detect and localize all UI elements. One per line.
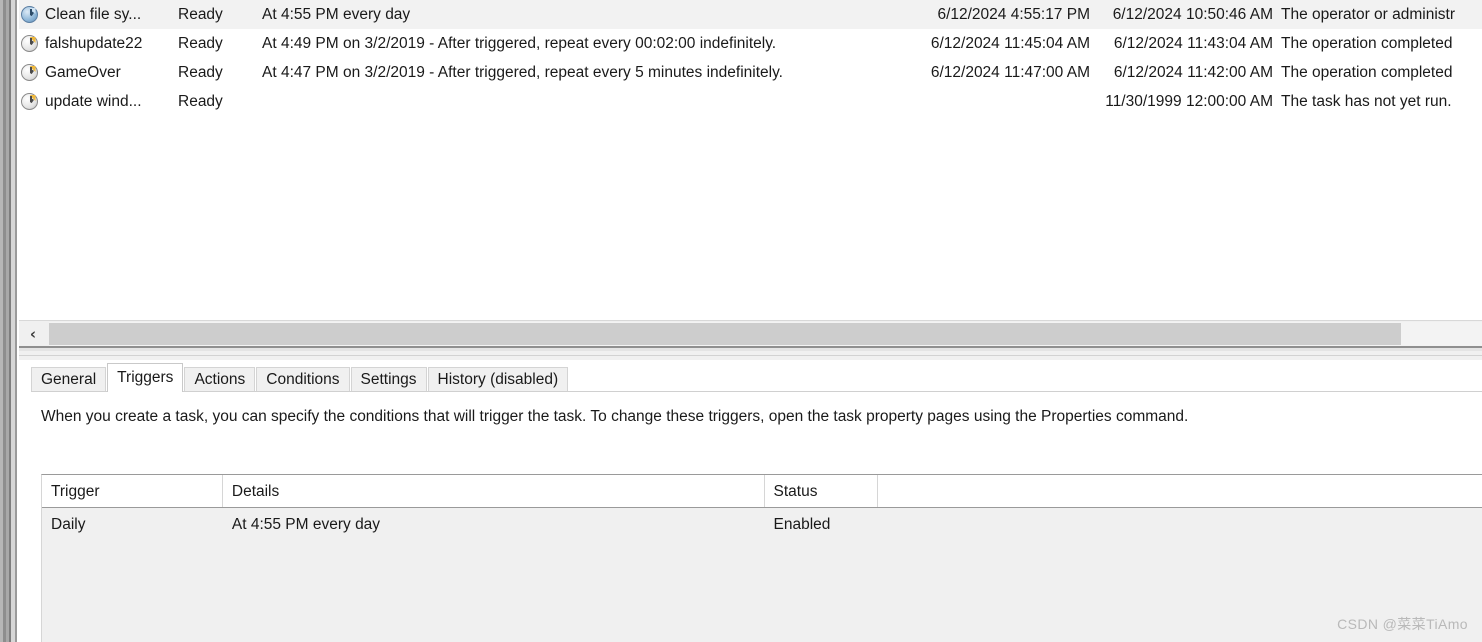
task-triggers-cell: At 4:49 PM on 3/2/2019 - After triggered… bbox=[262, 35, 777, 52]
horizontal-scrollbar[interactable]: ‹ bbox=[19, 320, 1482, 346]
task-next-run-cell bbox=[864, 87, 1096, 116]
tab-general[interactable]: General bbox=[31, 367, 107, 391]
task-name-cell: update wind... bbox=[45, 93, 142, 110]
triggers-grid[interactable]: Trigger Details Status Daily At 4:55 PM eve… bbox=[41, 474, 1482, 642]
splitter-line bbox=[19, 355, 1482, 356]
grid-header-cell[interactable]: Status bbox=[765, 475, 879, 507]
triggers-grid-body[interactable]: Daily At 4:55 PM every day Enabled bbox=[42, 508, 1482, 541]
task-last-run-cell: 6/12/2024 10:50:46 AM bbox=[1112, 6, 1273, 23]
scroll-left-arrow-icon[interactable]: ‹ bbox=[21, 322, 45, 346]
task-row[interactable]: falshupdate22 Ready At 4:49 PM on 3/2/2019… bbox=[19, 29, 1482, 58]
task-next-run-cell: 6/12/2024 11:47:00 AM bbox=[930, 64, 1090, 81]
tabstrip-baseline bbox=[31, 391, 1482, 392]
chrome-strip bbox=[17, 0, 19, 642]
task-detail-pane: General Triggers Actions Conditions Settings… bbox=[19, 360, 1482, 642]
triggers-grid-header: Trigger Details Status bbox=[42, 475, 1482, 508]
clock-icon bbox=[21, 58, 43, 87]
clock-icon-blue bbox=[21, 0, 43, 29]
grid-row[interactable]: Daily At 4:55 PM every day Enabled bbox=[42, 508, 1482, 541]
task-row[interactable]: GameOver Ready At 4:47 PM on 3/2/2019 - Af… bbox=[19, 58, 1482, 87]
task-name-cell: falshupdate22 bbox=[45, 35, 143, 52]
task-status-cell: Ready bbox=[178, 93, 223, 110]
grid-header-cell[interactable]: Details bbox=[223, 475, 765, 507]
grid-status-cell: Enabled bbox=[773, 516, 831, 533]
clock-icon bbox=[21, 29, 43, 58]
tab-history-disabled[interactable]: History (disabled) bbox=[427, 367, 569, 391]
task-last-run-cell: 6/12/2024 11:42:00 AM bbox=[1113, 64, 1273, 81]
tab-conditions[interactable]: Conditions bbox=[256, 367, 350, 391]
grid-header-cell[interactable] bbox=[878, 475, 1482, 507]
grid-details-cell: At 4:55 PM every day bbox=[231, 516, 381, 533]
task-list[interactable]: Clean file sy... Ready At 4:55 PM every da… bbox=[19, 0, 1482, 320]
task-name-cell: Clean file sy... bbox=[45, 6, 142, 23]
tab-triggers[interactable]: Triggers bbox=[107, 363, 184, 392]
task-status-cell: Ready bbox=[178, 35, 223, 52]
tab-actions[interactable]: Actions bbox=[184, 367, 256, 391]
task-triggers-cell bbox=[262, 87, 872, 116]
task-scheduler-window: Clean file sy... Ready At 4:55 PM every da… bbox=[0, 0, 1482, 642]
task-last-result-cell: The operation completed bbox=[1281, 64, 1453, 81]
scrollbar-thumb[interactable] bbox=[49, 323, 1401, 345]
detail-tabstrip[interactable]: General Triggers Actions Conditions Settings… bbox=[19, 363, 1482, 392]
task-row[interactable]: update wind... Ready 11/30/1999 12:00:00 A… bbox=[19, 87, 1482, 116]
task-last-result-cell: The operation completed bbox=[1281, 35, 1453, 52]
task-triggers-cell: At 4:47 PM on 3/2/2019 - After triggered… bbox=[262, 64, 783, 81]
clock-icon bbox=[21, 87, 43, 116]
task-row[interactable]: Clean file sy... Ready At 4:55 PM every da… bbox=[19, 0, 1482, 29]
task-next-run-cell: 6/12/2024 11:45:04 AM bbox=[930, 35, 1090, 52]
splitter-line bbox=[19, 348, 1482, 351]
task-name-cell: GameOver bbox=[45, 64, 121, 81]
grid-extra-cell bbox=[878, 508, 1482, 541]
window-left-chrome bbox=[0, 0, 19, 642]
grid-header-cell[interactable]: Trigger bbox=[42, 475, 223, 507]
tab-settings[interactable]: Settings bbox=[350, 367, 427, 391]
task-last-result-cell: The operator or administr bbox=[1281, 6, 1456, 23]
task-triggers-cell: At 4:55 PM every day bbox=[262, 6, 411, 23]
task-status-cell: Ready bbox=[178, 64, 223, 81]
task-last-result-cell: The task has not yet run. bbox=[1281, 93, 1452, 110]
triggers-description: When you create a task, you can specify … bbox=[41, 408, 1189, 425]
task-next-run-cell: 6/12/2024 4:55:17 PM bbox=[937, 6, 1090, 23]
pane-splitter[interactable] bbox=[19, 346, 1482, 360]
task-last-run-cell: 11/30/1999 12:00:00 AM bbox=[1105, 93, 1273, 110]
watermark: CSDN @菜菜TiAmo bbox=[1337, 616, 1468, 632]
task-last-run-cell: 6/12/2024 11:43:04 AM bbox=[1113, 35, 1273, 52]
grid-trigger-cell: Daily bbox=[51, 516, 86, 533]
task-status-cell: Ready bbox=[178, 6, 223, 23]
